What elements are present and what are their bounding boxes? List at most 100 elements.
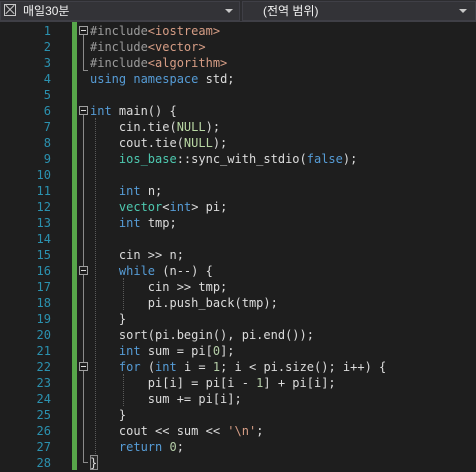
line-number: 10 [36,168,51,182]
line-number: 11 [36,184,51,198]
line-number: 4 [43,72,51,86]
collapse-for-icon[interactable] [79,362,88,371]
code-line[interactable]: for (int i = 1; i < pi.size(); i++) { [90,359,386,375]
line-number: 1 [43,24,51,38]
code-token: false [306,152,343,166]
navigation-bar: 매일30분 (전역 범위) [0,0,476,22]
line-number: 24 [36,392,51,406]
code-token: ( [140,360,156,374]
code-line[interactable]: sort(pi.begin(), pi.end()); [90,327,314,343]
code-token: <iostream> [147,24,221,38]
project-scope-dropdown[interactable]: 매일30분 [0,1,240,21]
line-number: 28 [36,456,51,470]
code-token: ] + pi[i]; [263,376,336,390]
code-line[interactable]: #include<iostream> [90,23,220,39]
code-token: NULL [183,136,213,150]
collapse-while-icon[interactable] [79,266,88,275]
code-token: vector [118,200,163,214]
project-icon [4,4,16,16]
code-token: #include [90,40,148,54]
code-line[interactable]: sum += pi[i]; [90,391,242,407]
code-line[interactable]: } [90,311,126,327]
code-line[interactable]: #include<algorithm> [90,55,227,71]
code-token: namespace [133,72,199,86]
code-token: '\n' [227,424,257,438]
code-token: > pi; [191,200,228,214]
collapse-include-block-icon[interactable] [79,26,88,35]
project-scope-label: 매일30분 [23,4,70,18]
collapse-main-icon[interactable] [79,106,88,115]
line-number: 25 [36,408,51,422]
code-line[interactable]: pi.push_back(tmp); [90,295,278,311]
code-token: cout.tie( [90,136,184,150]
code-line[interactable]: #include<vector> [90,39,206,55]
code-line[interactable]: while (n--) { [90,263,213,279]
code-token: cout << sum << [90,424,228,438]
code-token: using [90,72,127,86]
code-line[interactable]: return 0; [90,439,184,455]
code-line[interactable]: int tmp; [90,215,177,231]
code-line[interactable]: cout << sum << '\n'; [90,423,264,439]
code-token: pi.push_back(tmp); [90,296,278,310]
code-line[interactable]: } [90,455,97,471]
code-token: ::sync_with_stdio( [176,152,307,166]
code-editor[interactable]: 1 2 3 4 5 6 7 8 9 10 11 12 13 14 15 16 17 18 19 20 21 22 23 24 2… [0,22,476,472]
code-token: } [90,312,127,326]
code-line[interactable]: } [90,407,126,423]
code-token: sum = pi[ [140,344,213,358]
code-token: 0 [212,344,221,358]
chevron-down-icon[interactable] [225,9,233,13]
code-token: #include [90,24,148,38]
code-token: tmp; [140,216,177,230]
line-number: 18 [36,296,51,310]
member-scope-dropdown[interactable]: (전역 범위) [242,1,476,21]
code-line[interactable]: cin >> n; [90,247,184,263]
code-token: pi[i] = pi[i - [90,376,257,390]
code-token: } [90,408,127,422]
code-token: for [118,360,141,374]
line-number-gutter: 1 2 3 4 5 6 7 8 9 10 11 12 13 14 15 16 17 18 19 20 21 22 23 24 2… [18,22,66,472]
code-line[interactable]: cin.tie(NULL); [90,119,220,135]
code-line[interactable]: cin >> tmp; [90,279,227,295]
code-text-area[interactable]: #include<iostream> #include<vector> #inclu… [90,22,476,472]
code-token: <vector> [147,40,206,54]
outlining-margin [77,22,90,472]
line-number: 14 [36,232,51,246]
line-number: 12 [36,200,51,214]
code-token: cin.tie( [90,120,177,134]
code-token: return [118,440,163,454]
code-line[interactable]: pi[i] = pi[i - 1] + pi[i]; [90,375,336,391]
code-line[interactable]: using namespace std; [90,71,235,87]
line-number: 17 [36,280,51,294]
chevron-down-icon[interactable] [459,9,467,13]
code-token: ); [212,136,228,150]
line-number: 2 [43,40,51,54]
code-token: 0 [169,440,177,454]
code-token: #include [90,56,148,70]
line-number: 15 [36,248,51,262]
code-line[interactable]: ios_base::sync_with_stdio(false); [90,151,357,167]
code-line[interactable]: int sum = pi[0]; [90,343,235,359]
code-token: n; [140,184,163,198]
code-line[interactable]: int n; [90,183,162,199]
code-token: ); [342,152,358,166]
code-token: < [162,200,170,214]
line-number: 9 [43,152,51,166]
member-scope-label: (전역 범위) [263,4,319,18]
line-number: 13 [36,216,51,230]
code-token: ); [205,120,221,134]
code-line[interactable]: cout.tie(NULL); [90,135,227,151]
code-line[interactable]: int main() { [90,103,177,119]
code-line[interactable]: vector<int> pi; [90,199,227,215]
code-token: cin >> tmp; [90,280,228,294]
code-token: <algorithm> [147,56,228,70]
code-token: sum += pi[i]; [90,392,242,406]
code-token: ]; [220,344,235,358]
code-token: (n--) { [155,264,213,278]
code-token: 1 [212,360,221,374]
code-token: ; [256,424,264,438]
